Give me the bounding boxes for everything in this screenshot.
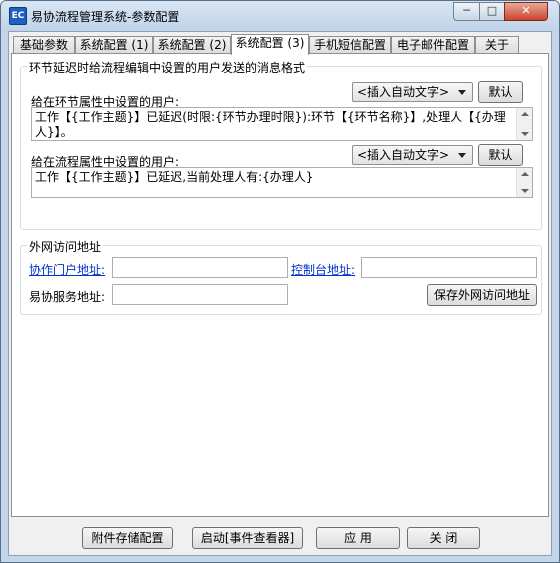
bottom-button-bar: 附件存储配置 启动[事件查看器] 应 用 关 闭 [9, 520, 551, 555]
apply-button[interactable]: 应 用 [316, 527, 400, 549]
maximize-button[interactable]: □ [479, 2, 505, 21]
node-users-message-text: 工作【{工作主题}】已延迟(时限:{环节办理时限}):环节【{环节名称}】,处理… [35, 110, 506, 139]
tab-about[interactable]: 关于 [475, 36, 519, 54]
message-format-group: 环节延迟时给流程编辑中设置的用户发送的消息格式 给在环节属性中设置的用户: <插… [20, 59, 542, 230]
tab-system-config-2[interactable]: 系统配置 (2) [153, 36, 231, 54]
chevron-down-icon [458, 153, 466, 158]
attachment-storage-button[interactable]: 附件存储配置 [82, 527, 173, 549]
close-window-button[interactable]: ✕ [504, 2, 548, 21]
portal-address-link[interactable]: 协作门户地址: [29, 261, 105, 278]
flow-users-message-text: 工作【{工作主题}】已延迟,当前处理人有:{办理人} [35, 170, 314, 184]
scroll-down-icon [521, 132, 529, 136]
tab-system-config-3[interactable]: 系统配置 (3) [231, 34, 309, 55]
node-insert-text-combo[interactable]: <插入自动文字> [352, 82, 473, 102]
client-area: 基础参数 系统配置 (1) 系统配置 (2) 系统配置 (3) 手机短信配置 电… [8, 31, 552, 556]
flow-insert-text-combo[interactable]: <插入自动文字> [352, 145, 473, 165]
save-external-address-button[interactable]: 保存外网访问地址 [427, 284, 537, 306]
service-address-label: 易协服务地址: [29, 290, 106, 304]
scroll-up-icon [521, 112, 529, 116]
flow-default-button[interactable]: 默认 [478, 144, 523, 166]
console-address-input[interactable] [361, 257, 537, 278]
flow-message-scrollbar[interactable] [516, 168, 532, 197]
scroll-down-icon [521, 189, 529, 193]
flow-users-message-textarea[interactable]: 工作【{工作主题}】已延迟,当前处理人有:{办理人} [31, 167, 533, 198]
external-access-group: 外网访问地址 协作门户地址: 控制台地址: 易协服务地址: 保存外网访问地址 [20, 238, 542, 315]
chevron-down-icon [458, 90, 466, 95]
tab-email-config[interactable]: 电子邮件配置 [391, 36, 475, 54]
tab-sms-config[interactable]: 手机短信配置 [309, 36, 391, 54]
tab-basic-params[interactable]: 基础参数 [13, 36, 75, 54]
scroll-up-icon [521, 172, 529, 176]
tab-system-config-1[interactable]: 系统配置 (1) [75, 36, 153, 54]
app-logo-icon: EC [9, 7, 27, 25]
console-address-link[interactable]: 控制台地址: [291, 261, 355, 278]
title-bar[interactable]: EC 易协流程管理系统-参数配置 ─ □ ✕ [1, 1, 559, 31]
tab-panel-system-config-3: 环节延迟时给流程编辑中设置的用户发送的消息格式 给在环节属性中设置的用户: <插… [11, 53, 549, 517]
external-access-group-title: 外网访问地址 [27, 238, 104, 255]
flow-insert-text-combo-value: <插入自动文字> [357, 148, 450, 162]
launch-event-viewer-button[interactable]: 启动[事件查看器] [192, 527, 303, 549]
node-users-message-textarea[interactable]: 工作【{工作主题}】已延迟(时限:{环节办理时限}):环节【{环节名称}】,处理… [31, 107, 533, 141]
minimize-button[interactable]: ─ [453, 2, 480, 21]
node-default-button[interactable]: 默认 [478, 81, 523, 103]
node-message-scrollbar[interactable] [516, 108, 532, 140]
close-button[interactable]: 关 闭 [407, 527, 480, 549]
main-window: EC 易协流程管理系统-参数配置 ─ □ ✕ 基础参数 系统配置 (1) 系统配… [0, 0, 560, 563]
window-title: 易协流程管理系统-参数配置 [31, 10, 180, 24]
node-insert-text-combo-value: <插入自动文字> [357, 85, 450, 99]
portal-address-input[interactable] [112, 257, 288, 278]
service-address-input[interactable] [112, 284, 288, 305]
message-format-group-title: 环节延迟时给流程编辑中设置的用户发送的消息格式 [27, 59, 308, 76]
